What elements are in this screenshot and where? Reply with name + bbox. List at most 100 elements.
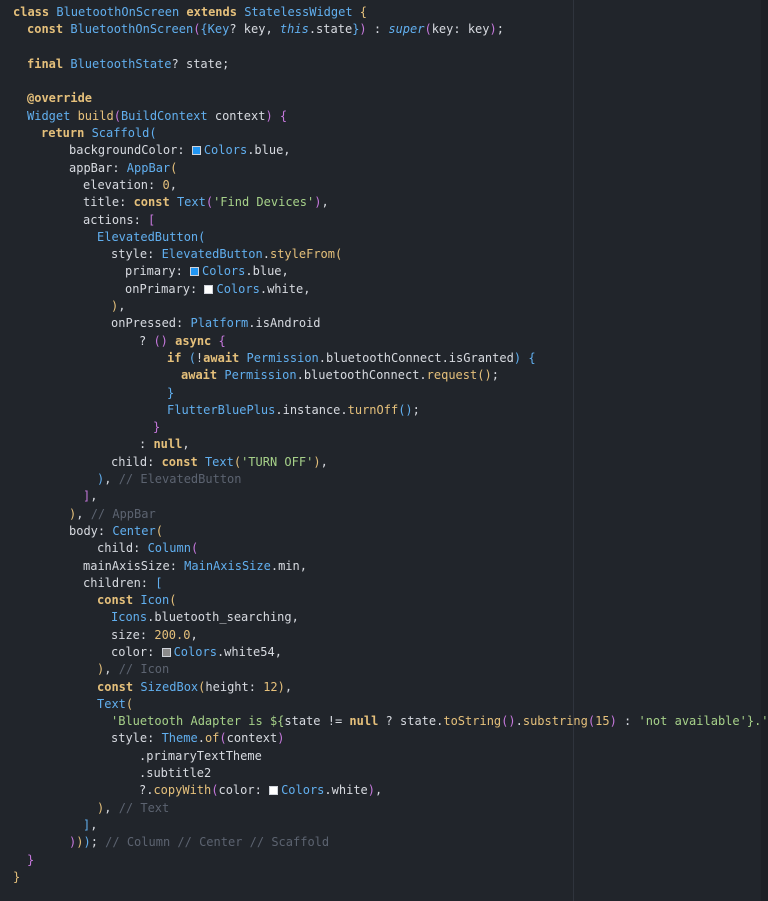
code-token: mainAxisSize: <box>83 558 185 573</box>
code-token: Theme <box>161 731 198 746</box>
code-token: await <box>203 350 247 365</box>
code-line[interactable]: } <box>0 385 768 402</box>
code-token: 15 <box>595 714 610 729</box>
code-line[interactable]: } <box>0 419 768 436</box>
code-token: Colors <box>173 644 217 659</box>
code-line[interactable] <box>0 39 768 56</box>
code-token: [ <box>155 575 163 590</box>
code-line[interactable]: Icons.bluetooth_searching, <box>0 609 768 626</box>
code-body[interactable]: class BluetoothOnScreen extends Stateles… <box>0 4 768 886</box>
code-token: styleFrom <box>269 247 335 262</box>
code-token: .instance. <box>275 402 348 417</box>
code-line[interactable]: ? () async { <box>0 333 768 350</box>
code-token: ) <box>609 714 617 729</box>
code-line[interactable]: ))); // Column // Center // Scaffold <box>0 834 768 851</box>
code-token: ; <box>491 368 499 383</box>
code-line[interactable]: Widget build(BuildContext context) { <box>0 108 768 125</box>
code-token: 'Find Devices' <box>213 195 315 210</box>
code-token: , <box>118 299 126 314</box>
code-line[interactable]: ], <box>0 488 768 505</box>
code-token: extends <box>186 5 245 19</box>
code-editor[interactable]: class BluetoothOnScreen extends Stateles… <box>0 0 768 901</box>
code-token: ? key, <box>229 22 280 37</box>
code-token: 200.0 <box>154 627 191 642</box>
code-token: request <box>426 368 478 383</box>
code-line[interactable]: : null, <box>0 436 768 453</box>
code-line[interactable]: ), // ElevatedButton <box>0 471 768 488</box>
code-line[interactable]: ?.copyWith(color: Colors.white), <box>0 782 768 799</box>
code-token: , <box>104 662 119 677</box>
color-swatch-icon[interactable] <box>190 267 200 277</box>
code-line[interactable]: 'Bluetooth Adapter is ${state != null ? … <box>0 713 768 730</box>
code-line[interactable]: await Permission.bluetoothConnect.reques… <box>0 367 768 384</box>
code-line[interactable]: const SizedBox(height: 12), <box>0 679 768 696</box>
color-swatch-icon[interactable] <box>204 284 214 294</box>
code-line[interactable]: onPrimary: Colors.white, <box>0 281 768 298</box>
code-token: style: <box>111 731 162 746</box>
code-token: Center <box>112 523 156 538</box>
code-line[interactable]: if (!await Permission.bluetoothConnect.i… <box>0 350 768 367</box>
code-line[interactable]: const BluetoothOnScreen ({Key? key, this.… <box>0 21 768 38</box>
code-token: ) <box>367 783 376 798</box>
code-line[interactable]: style: Theme.of(context) <box>0 730 768 747</box>
code-line[interactable] <box>0 73 768 90</box>
code-line[interactable]: class BluetoothOnScreen extends Stateles… <box>0 4 768 21</box>
code-token: ( <box>113 108 121 123</box>
code-line[interactable]: appBar: AppBar( <box>0 160 768 177</box>
code-line[interactable]: const Icon( <box>0 592 768 609</box>
code-line[interactable]: elevation: 0, <box>0 177 768 194</box>
code-token: } <box>153 420 161 435</box>
code-line[interactable]: .subtitle2 <box>0 765 768 782</box>
code-line[interactable]: body: Center( <box>0 523 768 540</box>
color-swatch-icon[interactable] <box>191 146 201 156</box>
code-token: toString <box>443 714 502 729</box>
code-line[interactable]: color: Colors.white54, <box>0 644 768 661</box>
code-line[interactable]: } <box>0 869 768 886</box>
code-line[interactable]: mainAxisSize: MainAxisSize.min, <box>0 558 768 575</box>
code-token: ? state. <box>378 714 444 729</box>
code-line[interactable]: ElevatedButton( <box>0 229 768 246</box>
code-token: , <box>104 800 119 815</box>
code-token: children: <box>83 575 156 590</box>
code-line[interactable]: primary: Colors.blue, <box>0 263 768 280</box>
code-token: ) <box>359 22 367 37</box>
color-swatch-icon[interactable] <box>269 786 279 796</box>
code-line[interactable]: ), // AppBar <box>0 506 768 523</box>
code-token: .state <box>308 22 353 37</box>
code-token: @override <box>27 91 93 106</box>
code-line[interactable]: actions: [ <box>0 212 768 229</box>
code-token: const <box>133 195 177 210</box>
color-swatch-icon[interactable] <box>161 647 171 657</box>
code-token: () <box>477 368 492 383</box>
code-line[interactable]: ), // Icon <box>0 661 768 678</box>
code-token: elevation: <box>83 177 163 192</box>
code-token: Text <box>204 454 234 469</box>
code-line[interactable]: style: ElevatedButton.styleFrom( <box>0 246 768 263</box>
code-line[interactable]: onPressed: Platform.isAndroid <box>0 315 768 332</box>
code-line[interactable]: @override <box>0 90 768 107</box>
code-line[interactable]: backgroundColor: Colors.blue, <box>0 142 768 159</box>
code-token: .subtitle2 <box>139 766 212 781</box>
code-line[interactable]: } <box>0 852 768 869</box>
code-token: body: <box>69 523 113 538</box>
code-line[interactable]: child: Column( <box>0 540 768 557</box>
code-token: StatelessWidget <box>244 5 360 19</box>
code-token: . <box>515 714 523 729</box>
code-line[interactable]: final BluetoothState? state; <box>0 56 768 73</box>
code-line[interactable]: title: const Text('Find Devices'), <box>0 194 768 211</box>
code-line[interactable]: child: const Text('TURN OFF'), <box>0 454 768 471</box>
code-line[interactable]: children: [ <box>0 575 768 592</box>
code-token: Key <box>207 22 230 37</box>
code-token: FlutterBluePlus <box>167 402 276 417</box>
code-line[interactable]: ), <box>0 298 768 315</box>
code-token: Widget <box>27 108 78 123</box>
code-line[interactable]: return Scaffold( <box>0 125 768 142</box>
code-line[interactable]: Text( <box>0 696 768 713</box>
code-line[interactable]: ], <box>0 817 768 834</box>
code-line[interactable]: FlutterBluePlus.instance.turnOff(); <box>0 402 768 419</box>
code-line[interactable]: ), // Text <box>0 800 768 817</box>
code-line[interactable]: .primaryTextTheme <box>0 748 768 765</box>
code-token: 0 <box>162 177 170 192</box>
code-line[interactable]: size: 200.0, <box>0 627 768 644</box>
